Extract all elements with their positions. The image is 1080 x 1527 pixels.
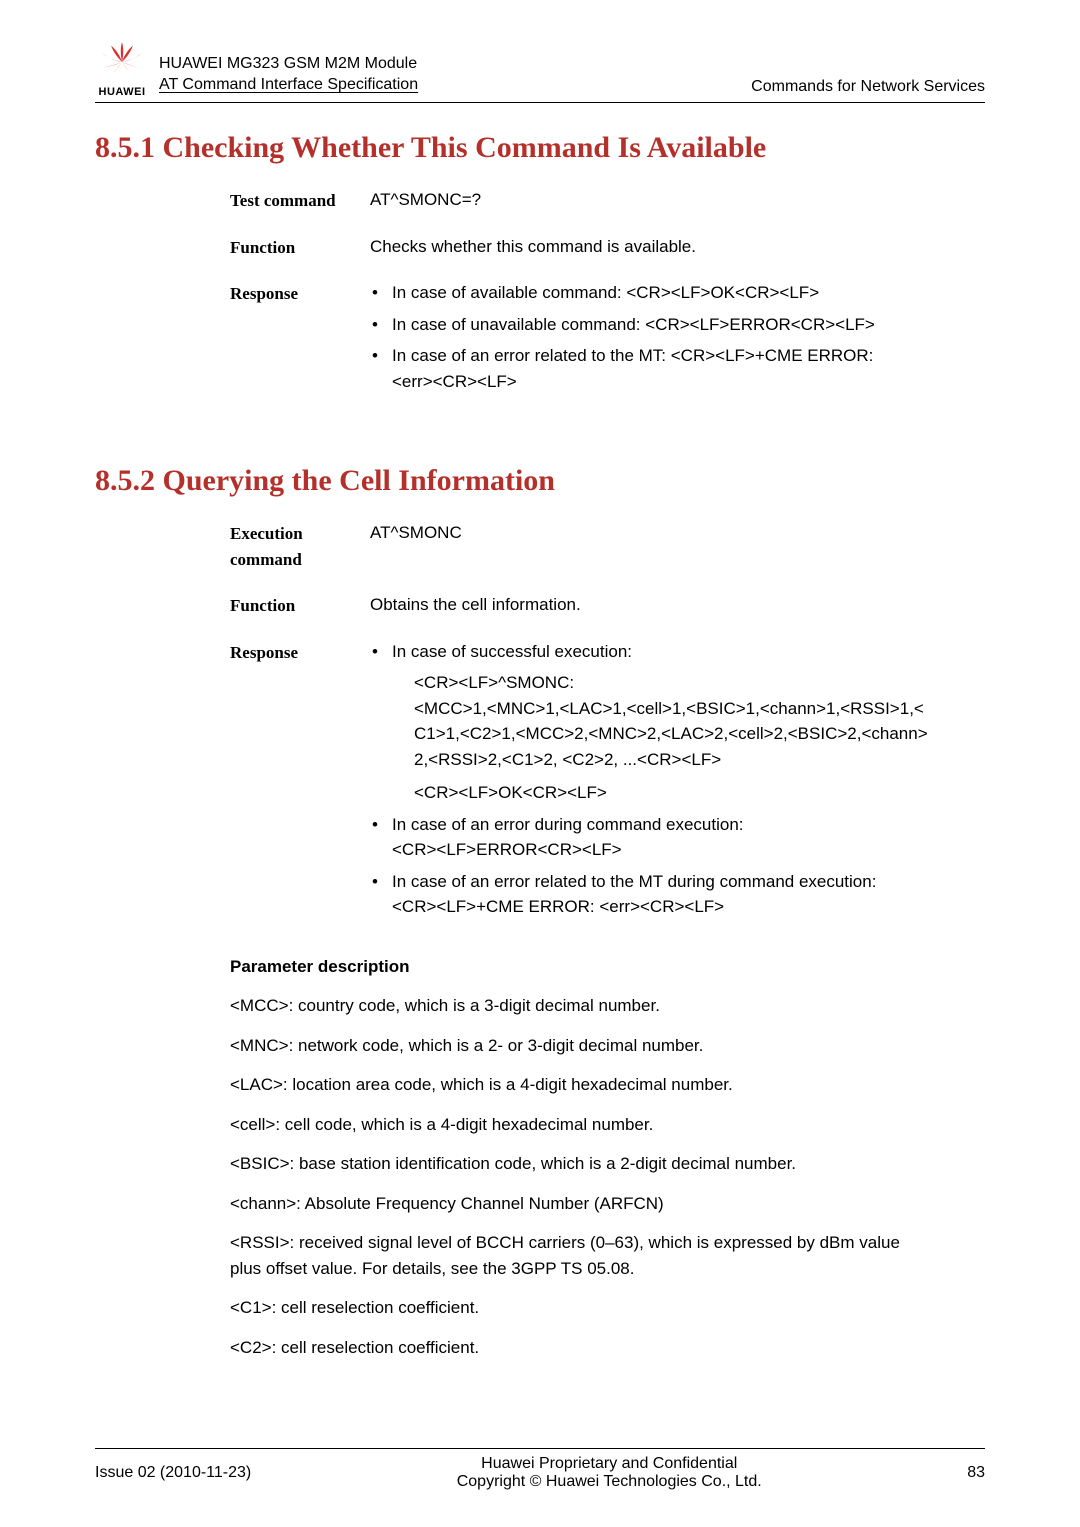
- parameter-description: Parameter description <MCC>: country cod…: [230, 954, 925, 1361]
- response-line: <CR><LF>ERROR<CR><LF>: [392, 840, 622, 859]
- huawei-logo-icon: [95, 40, 149, 84]
- label-function-2: Function: [230, 592, 370, 619]
- response-list-852: In case of successful execution: <CR><LF…: [370, 639, 945, 920]
- param-heading: Parameter description: [230, 954, 925, 980]
- param-line: <RSSI>: received signal level of BCCH ca…: [230, 1230, 925, 1281]
- section-title-852: 8.5.2 Querying the Cell Information: [95, 464, 985, 498]
- row-test-command: Test command AT^SMONC=?: [230, 187, 945, 214]
- row-function: Function Checks whether this command is …: [230, 234, 945, 261]
- response-line: <MCC>1,<MNC>1,<LAC>1,<cell>1,<BSIC>1,<ch…: [392, 696, 945, 722]
- label-test-command: Test command: [230, 187, 370, 214]
- response-line: In case of an error during command execu…: [392, 815, 744, 834]
- response-list-851: In case of available command: <CR><LF>OK…: [370, 280, 945, 394]
- list-item: In case of an error related to the MT du…: [370, 869, 945, 920]
- row-response: Response In case of available command: <…: [230, 280, 945, 400]
- footer-center: Huawei Proprietary and Confidential Copy…: [251, 1455, 967, 1491]
- footer-page-number: 83: [967, 1464, 985, 1482]
- page-header: HUAWEI HUAWEI MG323 GSM M2M Module AT Co…: [95, 40, 985, 103]
- response-line: <CR><LF>+CME ERROR: <err><CR><LF>: [392, 897, 724, 916]
- response-line: C1>1,<C2>1,<MCC>2,<MNC>2,<LAC>2,<cell>2,…: [392, 721, 945, 747]
- page-footer: Issue 02 (2010-11-23) Huawei Proprietary…: [95, 1448, 985, 1491]
- definition-block-852: Execution command AT^SMONC Function Obta…: [230, 520, 945, 926]
- logo-block: HUAWEI: [95, 40, 149, 98]
- list-item: In case of available command: <CR><LF>OK…: [370, 280, 945, 306]
- param-line: <MCC>: country code, which is a 3-digit …: [230, 993, 925, 1019]
- param-line: <C2>: cell reselection coefficient.: [230, 1335, 925, 1361]
- response-line: <CR><LF>OK<CR><LF>: [392, 780, 945, 806]
- value-test-command: AT^SMONC=?: [370, 187, 945, 214]
- param-line: <C1>: cell reselection coefficient.: [230, 1295, 925, 1321]
- footer-issue: Issue 02 (2010-11-23): [95, 1464, 251, 1482]
- header-module-name: HUAWEI MG323 GSM M2M Module: [159, 53, 751, 75]
- header-left-lines: HUAWEI MG323 GSM M2M Module AT Command I…: [159, 53, 751, 98]
- response-line: <err><CR><LF>: [392, 372, 517, 391]
- logo-text: HUAWEI: [99, 86, 146, 98]
- param-line: <BSIC>: base station identification code…: [230, 1151, 925, 1177]
- header-doc-title: AT Command Interface Specification: [159, 74, 751, 96]
- header-section-name: Commands for Network Services: [751, 78, 985, 98]
- value-function-2: Obtains the cell information.: [370, 592, 945, 619]
- definition-block-851: Test command AT^SMONC=? Function Checks …: [230, 187, 945, 400]
- param-line: <LAC>: location area code, which is a 4-…: [230, 1072, 925, 1098]
- section-title-851: 8.5.1 Checking Whether This Command Is A…: [95, 131, 985, 165]
- page: HUAWEI HUAWEI MG323 GSM M2M Module AT Co…: [0, 0, 1080, 1527]
- param-line: <chann>: Absolute Frequency Channel Numb…: [230, 1191, 925, 1217]
- label-exec-command: Execution command: [230, 520, 370, 572]
- label-response: Response: [230, 280, 370, 400]
- row-function-2: Function Obtains the cell information.: [230, 592, 945, 619]
- footer-copyright: Copyright © Huawei Technologies Co., Ltd…: [457, 1473, 762, 1490]
- value-response-2: In case of successful execution: <CR><LF…: [370, 639, 945, 926]
- response-line: In case of an error related to the MT: <…: [392, 346, 873, 365]
- footer-proprietary: Huawei Proprietary and Confidential: [481, 1455, 737, 1472]
- list-item: In case of an error during command execu…: [370, 812, 945, 863]
- list-item: In case of an error related to the MT: <…: [370, 343, 945, 394]
- list-item: In case of unavailable command: <CR><LF>…: [370, 312, 945, 338]
- list-item: In case of successful execution: <CR><LF…: [370, 639, 945, 806]
- value-function: Checks whether this command is available…: [370, 234, 945, 261]
- value-exec-command: AT^SMONC: [370, 520, 945, 572]
- response-line: 2,<RSSI>2,<C1>2, <C2>2, ...<CR><LF>: [392, 747, 945, 773]
- row-response-2: Response In case of successful execution…: [230, 639, 945, 926]
- response-line: In case of successful execution:: [392, 642, 632, 661]
- param-line: <MNC>: network code, which is a 2- or 3-…: [230, 1033, 925, 1059]
- value-response: In case of available command: <CR><LF>OK…: [370, 280, 945, 400]
- response-line: In case of an error related to the MT du…: [392, 872, 876, 891]
- param-line: <cell>: cell code, which is a 4-digit he…: [230, 1112, 925, 1138]
- label-response-2: Response: [230, 639, 370, 926]
- label-function: Function: [230, 234, 370, 261]
- row-exec-command: Execution command AT^SMONC: [230, 520, 945, 572]
- response-line: <CR><LF>^SMONC:: [392, 670, 945, 696]
